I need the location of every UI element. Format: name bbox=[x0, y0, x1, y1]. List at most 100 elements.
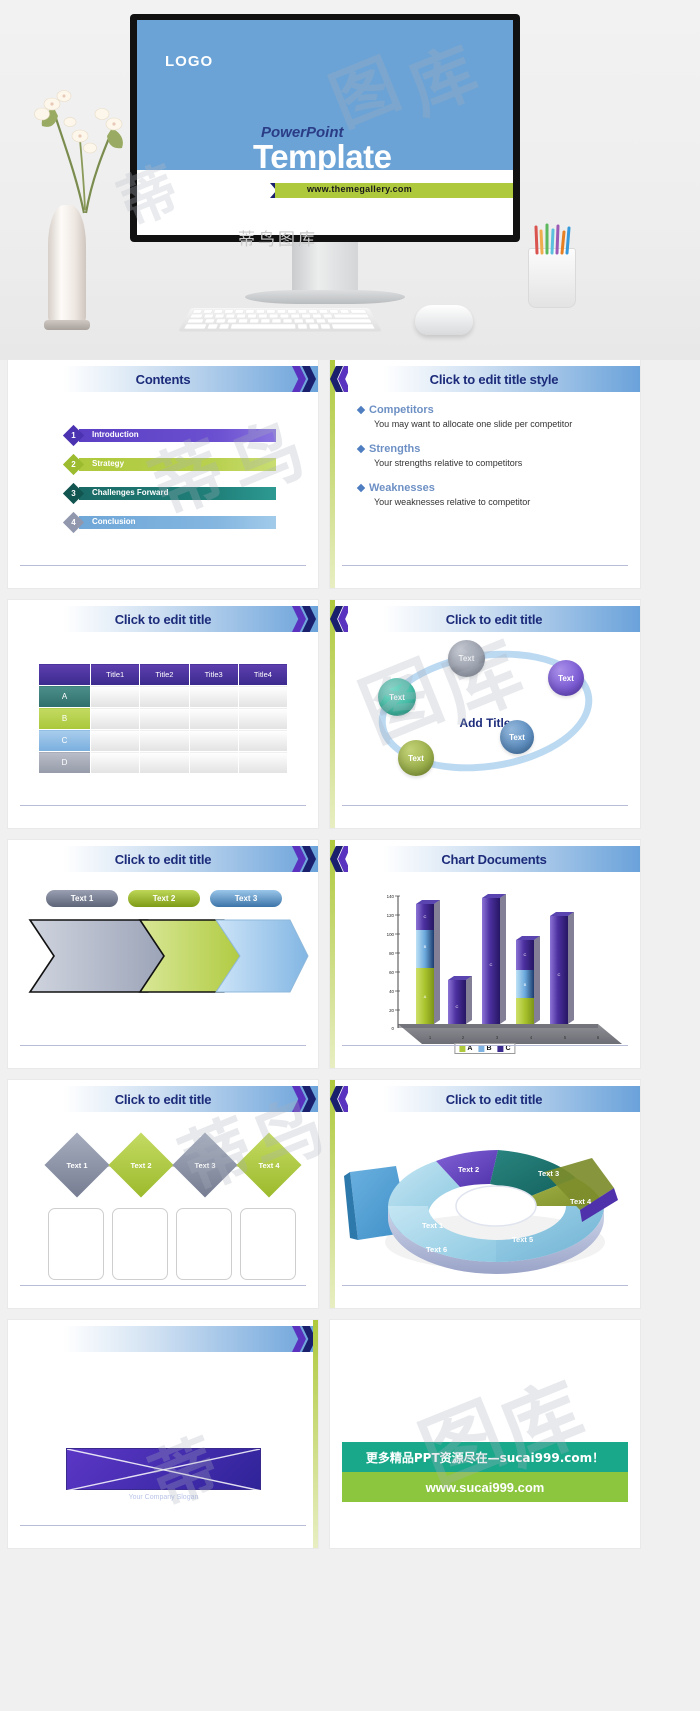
vase-base bbox=[44, 320, 90, 330]
cycle-bubble[interactable]: Text bbox=[448, 640, 485, 677]
diamond-label-wrap[interactable]: Text 4 bbox=[246, 1142, 292, 1188]
toc-item[interactable]: 1 Introduction bbox=[62, 424, 276, 447]
slide-footer-rule bbox=[20, 805, 306, 806]
slide-diamonds[interactable]: Click to edit title Text 1 Text 2 Text 3… bbox=[8, 1080, 318, 1308]
slide-header: Click to edit title bbox=[348, 1086, 640, 1112]
svg-text:A: A bbox=[424, 994, 427, 999]
slide-donut[interactable]: Click to edit title Text 1 Text 2 Text 3… bbox=[330, 1080, 640, 1308]
cover-url-text: www.themegallery.com bbox=[307, 184, 413, 194]
slide-arrows[interactable]: Click to edit title Text 1 Text 2 Text 3 bbox=[8, 840, 318, 1068]
slide-slogan[interactable]: Your Company Slogan bbox=[8, 1320, 318, 1548]
cycle-bubble[interactable]: Text bbox=[378, 678, 416, 716]
slide-row: Click to edit title Text 1 Text 2 Text 3… bbox=[0, 1080, 700, 1308]
table-cell[interactable] bbox=[237, 685, 289, 708]
table-cell[interactable] bbox=[139, 707, 190, 730]
toc-item[interactable]: 3 Challenges Forward bbox=[62, 482, 276, 505]
table-header-row: Title1 Title2 Title3 Title4 bbox=[38, 663, 289, 686]
table-cell[interactable] bbox=[139, 729, 190, 752]
slide-bullets[interactable]: Click to edit title style Competitors Yo… bbox=[330, 360, 640, 588]
arrow-pill-label: Text 2 bbox=[152, 894, 176, 903]
slide-chart[interactable]: Chart Documents 140 120 100 80 60 40 20 … bbox=[330, 840, 640, 1068]
slide-title: Chart Documents bbox=[441, 851, 547, 867]
svg-text:C: C bbox=[558, 972, 561, 977]
diamond-content-box[interactable] bbox=[112, 1208, 168, 1280]
slide-table[interactable]: Click to edit title Title1 Title2 Title3… bbox=[8, 600, 318, 828]
slide-header: Click to edit title bbox=[8, 606, 318, 632]
diamond-label-wrap[interactable]: Text 1 bbox=[54, 1142, 100, 1188]
bullet-diamond-icon bbox=[356, 444, 366, 454]
cover-title: Template bbox=[253, 138, 392, 175]
slide-title: Click to edit title bbox=[114, 1091, 212, 1107]
bullet-body: Your strengths relative to competitors bbox=[374, 458, 523, 469]
slide-circles[interactable]: Click to edit title Add Title Text Text … bbox=[330, 600, 640, 828]
table-cell[interactable] bbox=[237, 729, 289, 752]
table-cell[interactable] bbox=[89, 707, 141, 730]
slide-footer-rule bbox=[20, 1285, 306, 1286]
cycle-diagram: Add Title Text Text Text Text Text bbox=[330, 632, 640, 822]
diamond-content-box[interactable] bbox=[240, 1208, 296, 1280]
cycle-bubble[interactable]: Text bbox=[500, 720, 534, 754]
monitor-bezel: LOGO PowerPoint Template www.themegaller… bbox=[130, 14, 520, 242]
edge-green-strip bbox=[313, 1320, 318, 1548]
arrow-pill-label: Text 1 bbox=[70, 894, 94, 903]
table-cell[interactable] bbox=[188, 729, 239, 752]
arrow-pill-label: Text 3 bbox=[234, 894, 258, 903]
legend-entry: C bbox=[497, 1045, 511, 1052]
mouse bbox=[415, 305, 473, 335]
legend-swatch-b bbox=[478, 1045, 485, 1052]
slide-header bbox=[8, 1326, 318, 1352]
pencil-cup bbox=[528, 223, 576, 308]
svg-text:100: 100 bbox=[387, 932, 395, 937]
table-cell[interactable] bbox=[139, 685, 190, 708]
flower-stems-icon bbox=[34, 90, 123, 214]
table-cell[interactable] bbox=[139, 751, 190, 774]
cycle-bubble[interactable]: Text bbox=[398, 740, 434, 776]
bullet-heading-row: Weaknesses bbox=[356, 482, 626, 495]
promo-green-banner: www.sucai999.com bbox=[342, 1472, 628, 1502]
toc-label: Challenges Forward bbox=[92, 488, 169, 497]
slide-footer-rule bbox=[20, 1045, 306, 1046]
diamond-content-box[interactable] bbox=[176, 1208, 232, 1280]
table-cell[interactable] bbox=[237, 707, 289, 730]
bullet-heading: Weaknesses bbox=[369, 482, 435, 495]
table-cell[interactable] bbox=[188, 707, 239, 730]
slide-title: Click to edit title style bbox=[429, 371, 559, 387]
slide-promo[interactable]: 更多精品PPT资源尽在—sucai999.com！ www.sucai999.c… bbox=[330, 1320, 640, 1548]
slide-header: Click to edit title bbox=[8, 1086, 318, 1112]
diamond-content-box[interactable] bbox=[48, 1208, 104, 1280]
diamond-label-wrap[interactable]: Text 3 bbox=[182, 1142, 228, 1188]
slide-footer-rule bbox=[20, 565, 306, 566]
table-row: B bbox=[38, 707, 289, 730]
arrow-pill[interactable]: Text 3 bbox=[210, 890, 282, 907]
cycle-bubble-label: Text bbox=[389, 692, 405, 702]
table-cell[interactable] bbox=[89, 729, 141, 752]
table-cell[interactable] bbox=[188, 685, 239, 708]
bullet-item: Weaknesses Your weaknesses relative to c… bbox=[356, 482, 626, 508]
table-cell[interactable] bbox=[89, 685, 141, 708]
legend-label-a: A bbox=[467, 1045, 473, 1052]
slide-contents[interactable]: Contents 1 Introduction 2 Strategy 3 Cha… bbox=[8, 360, 318, 588]
arrow-pill[interactable]: Text 2 bbox=[128, 890, 200, 907]
table-cell[interactable] bbox=[89, 751, 141, 774]
slide-header: Click to edit title style bbox=[348, 366, 640, 392]
bullet-diamond-icon bbox=[356, 484, 366, 493]
cycle-center-label: Add Title bbox=[459, 716, 511, 730]
donut-label-1: Text 1 bbox=[422, 1221, 443, 1230]
table-row-label: D bbox=[38, 751, 91, 774]
toc-item[interactable]: 4 Conclusion bbox=[62, 511, 276, 534]
table-cell[interactable] bbox=[237, 751, 289, 774]
toc-number: 2 bbox=[71, 460, 76, 469]
diamond-label-wrap[interactable]: Text 2 bbox=[118, 1142, 164, 1188]
arrow-pill[interactable]: Text 1 bbox=[46, 890, 118, 907]
slogan-banner: Your Company Slogan bbox=[66, 1448, 261, 1501]
toc-item[interactable]: 2 Strategy bbox=[62, 453, 276, 476]
slide-footer-rule bbox=[20, 1525, 306, 1526]
slide-title: Click to edit title bbox=[114, 851, 212, 867]
svg-text:20: 20 bbox=[389, 1008, 394, 1013]
diamond-label: Text 1 bbox=[66, 1160, 88, 1170]
monitor-screen: LOGO PowerPoint Template www.themegaller… bbox=[137, 20, 513, 235]
donut-label-4: Text 4 bbox=[570, 1197, 592, 1206]
cycle-bubble[interactable]: Text bbox=[548, 660, 584, 696]
table-cell[interactable] bbox=[188, 751, 239, 774]
hero-watermark-label: 蒂鸟图库 bbox=[238, 230, 318, 250]
